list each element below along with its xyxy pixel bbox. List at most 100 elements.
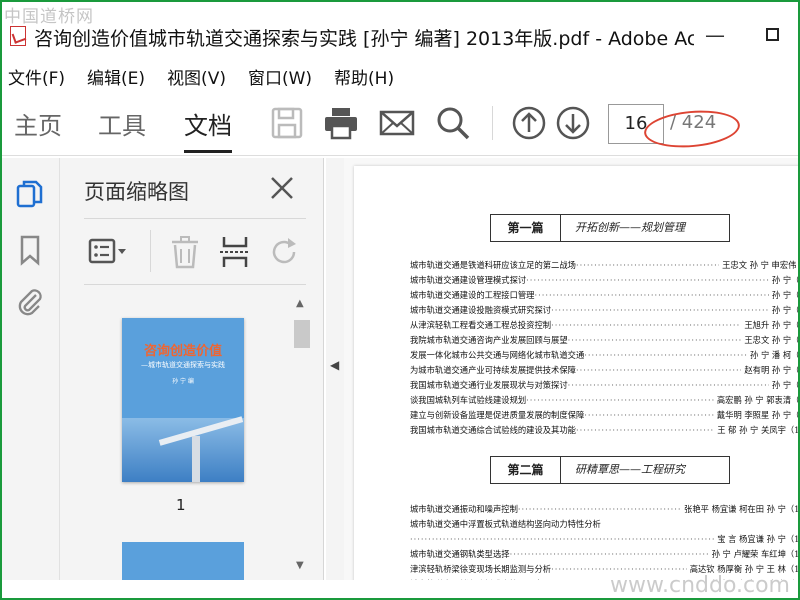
scroll-down-icon[interactable]: ▼ — [296, 560, 304, 571]
toc-entry-authors: 张艳平 杨宜谦 柯在田 孙 宁（109 — [684, 504, 798, 514]
toc-entry-title: 城市轨道交通建设管理模式探讨 — [410, 275, 527, 285]
cover-image — [122, 418, 244, 482]
toc-entry[interactable]: 城市轨道交通建设管理模式探讨 孙 宁（13 — [410, 273, 798, 288]
toc-entry[interactable]: 城市轨道交通中浮置板式轨道结构竖向动力特性分析 — [410, 517, 798, 532]
page-thumbnail-2[interactable] — [122, 542, 244, 580]
toc-leader-dots — [526, 393, 714, 408]
toc-entry-title: 城市轨道交通钢轨类型选择 — [410, 549, 510, 559]
save-icon[interactable] — [268, 104, 306, 142]
thumbnail-options-icon[interactable] — [88, 234, 128, 270]
toc-entry-authors: 王 郁 孙 宁 关凤宇（100 — [717, 425, 798, 435]
rotate-icon[interactable] — [266, 234, 306, 270]
panel-tool-separator — [150, 230, 151, 272]
toc-entry-title: 城市轨道交通储存孔板式直接股研究 — [410, 577, 543, 580]
toc-entry-title: 我院城市轨道交通咨询产业发展回顾与展望 — [410, 335, 568, 345]
pdf-file-icon — [10, 26, 26, 46]
toc-entry-authors: 王忠文 孙 宁 申宏伟（3 — [722, 260, 798, 270]
thumbnail-scrollbar[interactable]: ▲ ▼ — [292, 298, 312, 580]
panel-divider — [84, 218, 306, 219]
toc-entry[interactable]: 城市轨道交通建设投融资模式研究探讨 孙 宁（33 — [410, 303, 798, 318]
document-page: 第一篇 开拓创新——规划管理 城市轨道交通是铁道科研应该立足的第二战场 王忠文 孙… — [354, 166, 798, 580]
thumbnail-panel: 页面缩略图 咨询创造价值 —城市轨道交通探索与实践 孙 宁 编 1 ▲ ▼ — [60, 158, 324, 580]
watermark-top: 中国道桥网 — [4, 7, 94, 27]
section-heading: 第二篇 研精覃思——工程研究 — [490, 456, 730, 484]
menu-help[interactable]: 帮助(H) — [328, 58, 394, 90]
scroll-thumb[interactable] — [294, 320, 310, 348]
panel-title: 页面缩略图 — [84, 180, 189, 204]
toc-entry-authors: 孙 宁（13 — [771, 275, 798, 285]
toc-entry-title: 建立与创新设备监理是促进质量发展的制度保障 — [410, 410, 585, 420]
toc-entry-title: 城市轨道交通是铁道科研应该立足的第二战场 — [410, 260, 576, 270]
maximize-button[interactable] — [766, 28, 779, 41]
toc-entry-title: 津滨轻轨桥梁徐变现场长期监测与分析 — [410, 564, 552, 574]
panel-collapse-handle[interactable]: ◀ — [326, 158, 344, 580]
scroll-up-icon[interactable]: ▲ — [296, 298, 304, 309]
minimize-button[interactable]: — — [702, 22, 728, 48]
cover-title: 咨询创造价值 — [143, 344, 222, 359]
collapse-arrow-icon[interactable]: ◀ — [330, 358, 339, 372]
tab-home[interactable]: 主页 — [14, 106, 62, 141]
toc-entry[interactable]: 宝 言 杨宜谦 孙 宁（116 — [410, 532, 798, 547]
toc-entry-title: 为城市轨道交通产业可持续发展提供技术保障 — [410, 365, 576, 375]
toc-leader-dots — [551, 303, 769, 318]
toc-entry[interactable]: 为城市轨道交通产业可持续发展提供技术保障 赵有明 孙 宁（66 — [410, 363, 798, 378]
toc-entry[interactable]: 我国城市轨道交通行业发展现状与对策探讨 孙 宁（76 — [410, 378, 798, 393]
toc-entry-title: 城市轨道交通振动和噪声控制 — [410, 504, 518, 514]
close-icon[interactable] — [266, 172, 298, 204]
toc-entry-title: 发展一体化城市公共交通与网络化城市轨道交通 — [410, 350, 585, 360]
toc-entry-authors: 孙 宁（76 — [771, 380, 798, 390]
navigation-rail — [2, 158, 60, 580]
toc-entry-title: 城市轨道交通建设的工程接口管理 — [410, 290, 535, 300]
cover-subtitle: —城市轨道交通探索与实践 — [141, 361, 225, 369]
toc-entry[interactable]: 城市轨道交通建设的工程接口管理 孙 宁（22 — [410, 288, 798, 303]
menu-view[interactable]: 视图(V) — [161, 58, 226, 90]
section-label: 第二篇 — [491, 457, 561, 483]
tab-document[interactable]: 文档 — [184, 106, 232, 153]
toolbar-separator — [492, 106, 493, 140]
toc-entry-title: 我国城市轨道交通综合试验线的建设及其功能 — [410, 425, 576, 435]
toc-entry[interactable]: 城市轨道交通钢轨类型选择 孙 宁 卢耀荣 车红坤（123 — [410, 547, 798, 562]
panel-divider-2 — [84, 284, 306, 285]
toc-entry[interactable]: 我国城市轨道交通综合试验线的建设及其功能 王 郁 孙 宁 关凤宇（100 — [410, 423, 798, 438]
page-thumbnail-1[interactable]: 咨询创造价值 —城市轨道交通探索与实践 孙 宁 编 — [122, 318, 244, 482]
watermark-bottom: www.cnddo.com — [610, 573, 790, 598]
menu-edit[interactable]: 编辑(E) — [81, 58, 145, 90]
toc-entry-authors: 孙 宁（33 — [771, 305, 798, 315]
toc-entry[interactable]: 建立与创新设备监理是促进质量发展的制度保障 戴华明 李照星 孙 宁（92 — [410, 408, 798, 423]
toc-entry-authors: 宝 言 杨宜谦 孙 宁（116 — [717, 534, 798, 544]
extract-page-icon[interactable] — [216, 234, 256, 270]
toc-entry[interactable]: 城市轨道交通振动和噪声控制 张艳平 杨宜谦 柯在田 孙 宁（109 — [410, 502, 798, 517]
attachment-icon[interactable] — [14, 286, 46, 318]
print-icon[interactable] — [322, 104, 360, 142]
menu-bar: 文件(F) 编辑(E) 视图(V) 窗口(W) 帮助(H) — [2, 58, 798, 90]
toc-entry-authors: 高宏鹏 孙 宁 郭衷清（87 — [716, 395, 798, 405]
section-label: 第一篇 — [491, 215, 561, 241]
toc-entry[interactable]: 发展一体化城市公共交通与网络化城市轨道交通 孙 宁 潘 柯（58 — [410, 348, 798, 363]
toc-entry[interactable]: 我院城市轨道交通咨询产业发展回顾与展望 王忠文 孙 宁（52 — [410, 333, 798, 348]
search-icon[interactable] — [434, 104, 472, 142]
toc-entry[interactable]: 从津滨轻轨工程看交通工程总投资控制 王旭升 孙 宁（44 — [410, 318, 798, 333]
toc-entry-title: 从津滨轻轨工程看交通工程总投资控制 — [410, 320, 552, 330]
section-title: 开拓创新——规划管理 — [575, 221, 685, 234]
page-up-icon[interactable] — [510, 104, 548, 142]
document-area[interactable]: 第一篇 开拓创新——规划管理 城市轨道交通是铁道科研应该立足的第二战场 王忠文 孙… — [344, 158, 798, 580]
page-down-icon[interactable] — [554, 104, 592, 142]
delete-icon[interactable] — [166, 234, 206, 270]
toc-leader-dots — [568, 378, 769, 393]
page-thumbnails-icon[interactable] — [14, 178, 46, 210]
toc-entry-authors: 孙 宁 卢耀荣 车红坤（123 — [711, 549, 798, 559]
email-icon[interactable] — [378, 104, 416, 142]
toc-leader-dots — [518, 502, 681, 517]
toc-entry-title: 城市轨道交通建设投融资模式研究探讨 — [410, 305, 552, 315]
thumbnail-label: 1 — [176, 496, 186, 514]
toc-leader-dots — [534, 288, 768, 303]
toc-entry[interactable]: 城市轨道交通是铁道科研应该立足的第二战场 王忠文 孙 宁 申宏伟（3 — [410, 258, 798, 273]
tab-tools[interactable]: 工具 — [98, 106, 146, 141]
toc-leader-dots — [526, 273, 769, 288]
menu-file[interactable]: 文件(F) — [2, 58, 65, 90]
toc-leader-dots — [584, 348, 747, 363]
menu-window[interactable]: 窗口(W) — [242, 58, 312, 90]
bookmark-icon[interactable] — [14, 234, 46, 266]
toc-entry-authors: 孙 宁（22 — [771, 290, 798, 300]
toc-entry[interactable]: 谈我国城轨列车试验线建设规划 高宏鹏 孙 宁 郭衷清（87 — [410, 393, 798, 408]
